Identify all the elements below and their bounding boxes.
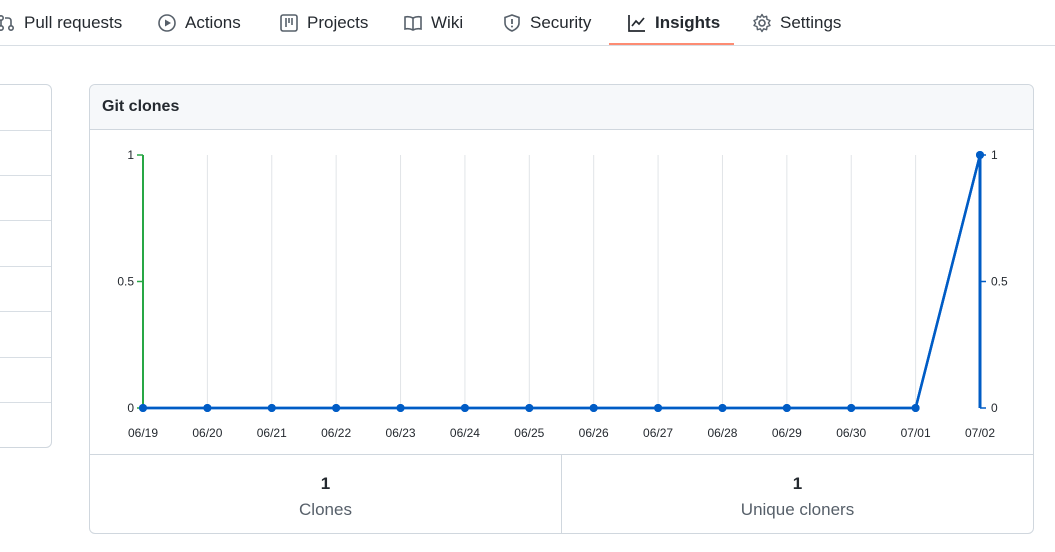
sidebar-menu-item[interactable]: [0, 175, 51, 176]
clones-stat: 1 Clones: [90, 455, 561, 534]
x-axis-tick-label: 06/22: [321, 426, 351, 440]
shield-icon: [502, 13, 522, 33]
x-axis-tick-label: 06/19: [128, 426, 158, 440]
x-axis-tick-label: 06/24: [450, 426, 480, 440]
data-point: [267, 404, 276, 412]
x-axis-tick-label: 06/28: [707, 426, 737, 440]
x-axis-tick-label: 06/23: [386, 426, 416, 440]
right-axis-tick-label: 0.5: [991, 275, 1008, 289]
x-axis-tick-label: 06/25: [514, 426, 544, 440]
insights-sidebar-menu: [0, 84, 52, 448]
right-axis-tick-label: 1: [991, 148, 998, 162]
data-point: [139, 404, 147, 412]
project-board-icon: [279, 13, 299, 33]
clones-label: Clones: [299, 500, 352, 519]
tab-label: Projects: [307, 12, 369, 32]
x-axis-tick-label: 07/02: [965, 426, 995, 440]
card-header: Git clones: [90, 85, 1033, 130]
card-title: Git clones: [102, 98, 180, 115]
data-point: [654, 404, 663, 412]
data-point: [460, 404, 469, 412]
clones-count: 1: [320, 474, 331, 493]
data-point: [396, 404, 405, 412]
graph-icon: [627, 13, 647, 33]
repo-nav-tabbar: Pull requests Actions Projects Wiki Secu…: [0, 0, 1055, 46]
sidebar-menu-item[interactable]: [0, 311, 51, 312]
tab-wiki[interactable]: Wiki: [403, 0, 463, 45]
tab-insights[interactable]: Insights: [627, 0, 720, 45]
tab-projects[interactable]: Projects: [279, 0, 368, 45]
right-axis-tick-label: 0: [991, 401, 998, 415]
x-axis-tick-label: 06/20: [192, 426, 222, 440]
selected-tab-underline: [609, 43, 734, 45]
series-line: [143, 154, 982, 410]
data-point: [782, 404, 791, 412]
tab-label: Security: [530, 12, 592, 32]
data-point: [332, 404, 341, 412]
play-icon: [157, 13, 177, 33]
data-point: [847, 404, 856, 412]
unique-cloners-count: 1: [792, 474, 803, 493]
tab-label: Settings: [780, 12, 842, 32]
book-icon: [403, 13, 423, 33]
series-line: [143, 154, 982, 410]
sidebar-menu-item[interactable]: [0, 220, 51, 221]
x-axis-tick-label: 06/30: [836, 426, 866, 440]
data-point: [203, 404, 212, 412]
x-axis-tick-label: 06/29: [772, 426, 802, 440]
git-clones-chart: 0 0.5 1 0 0.5 1 06/19 06/20 06/21 06/22 06/23 06/24…: [117, 148, 1008, 440]
data-point: [589, 404, 598, 412]
x-axis-tick-label: 07/01: [901, 426, 931, 440]
x-axis-tick-label: 06/26: [579, 426, 609, 440]
tab-security[interactable]: Security: [502, 0, 591, 45]
x-axis-tick-label: 06/21: [257, 426, 287, 440]
gear-icon: [752, 13, 772, 33]
tab-actions[interactable]: Actions: [157, 0, 241, 45]
data-point: [976, 151, 984, 159]
tab-label: Wiki: [431, 12, 464, 32]
tab-settings[interactable]: Settings: [752, 0, 841, 45]
sidebar-menu-item[interactable]: [0, 266, 51, 267]
unique-cloners-stat: 1 Unique cloners: [562, 455, 1033, 534]
data-point: [718, 404, 727, 412]
sidebar-menu-item[interactable]: [0, 130, 51, 131]
left-axis-tick-label: 1: [127, 148, 134, 162]
data-point: [911, 404, 920, 412]
x-axis-tick-label: 06/27: [643, 426, 673, 440]
clone-stats: 1 Clones 1 Unique cloners: [90, 454, 1033, 534]
tab-pull-requests[interactable]: Pull requests: [0, 0, 122, 45]
sidebar-menu-item[interactable]: [0, 402, 51, 403]
tab-label: Actions: [185, 12, 241, 32]
left-axis-tick-label: 0.5: [117, 275, 134, 289]
tab-label: Pull requests: [24, 12, 123, 32]
data-point: [525, 404, 534, 412]
pull-request-icon: [0, 13, 16, 33]
unique-cloners-label: Unique cloners: [740, 500, 855, 519]
tab-label: Insights: [655, 12, 721, 32]
sidebar-menu-item[interactable]: [0, 357, 51, 358]
left-axis-tick-label: 0: [127, 401, 134, 415]
